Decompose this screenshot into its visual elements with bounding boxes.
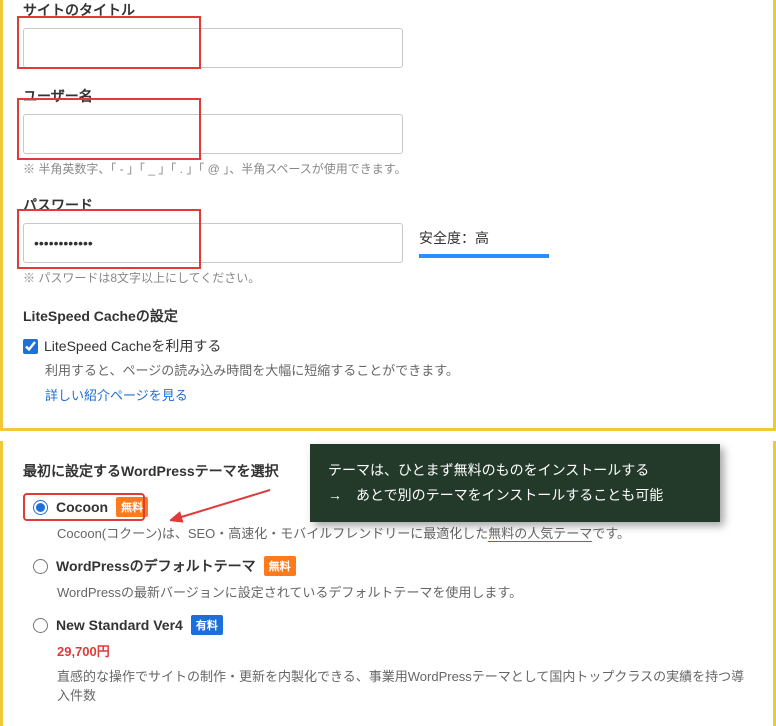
password-input[interactable] bbox=[23, 223, 403, 263]
litespeed-desc: 利用すると、ページの読み込み時間を大幅に短縮することができます。 bbox=[45, 360, 753, 379]
site-title-label: サイトのタイトル bbox=[23, 0, 753, 20]
theme-radio-newstandard[interactable] bbox=[33, 618, 48, 633]
litespeed-checkbox[interactable] bbox=[23, 339, 38, 354]
badge-free-icon: 無料 bbox=[116, 497, 148, 517]
badge-paid-icon: 有料 bbox=[191, 615, 223, 635]
litespeed-link[interactable]: 詳しい紹介ページを見る bbox=[45, 385, 188, 404]
theme-price-newstandard: 29,700円 bbox=[57, 641, 753, 660]
litespeed-title: LiteSpeed Cacheの設定 bbox=[23, 306, 753, 326]
theme-desc-default: WordPressの最新バージョンに設定されているデフォルトテーマを使用します。 bbox=[57, 582, 753, 601]
username-label: ユーザー名 bbox=[23, 86, 753, 106]
theme-name-newstandard: New Standard Ver4 bbox=[56, 617, 183, 633]
badge-free-icon: 無料 bbox=[264, 556, 296, 576]
username-input[interactable] bbox=[23, 114, 403, 154]
annotation-tooltip: テーマは、ひとまず無料のものをインストールする → あとで別のテーマをインストー… bbox=[310, 444, 720, 522]
theme-name-default: WordPressのデフォルトテーマ bbox=[56, 556, 256, 576]
theme-radio-cocoon[interactable] bbox=[33, 500, 48, 515]
password-help: ※ パスワードは8文字以上にしてください。 bbox=[23, 269, 753, 286]
site-title-input[interactable] bbox=[23, 28, 403, 68]
username-help: ※ 半角英数字、「 - 」「 _ 」「 . 」「 @ 」、半角スペースが使用でき… bbox=[23, 160, 753, 177]
safety-bar bbox=[419, 254, 549, 258]
safety-label: 安全度：高 bbox=[419, 228, 549, 248]
theme-radio-default[interactable] bbox=[33, 559, 48, 574]
theme-name-cocoon: Cocoon bbox=[56, 499, 108, 515]
password-label: パスワード bbox=[23, 195, 753, 215]
theme-desc-newstandard: 直感的な操作でサイトの制作・更新を内製化できる、事業用WordPressテーマと… bbox=[57, 666, 753, 704]
theme-desc-cocoon: Cocoon(コクーン)は、SEO・高速化・モバイルフレンドリーに最適化した無料… bbox=[57, 523, 753, 542]
litespeed-checkbox-label: LiteSpeed Cacheを利用する bbox=[44, 336, 221, 356]
